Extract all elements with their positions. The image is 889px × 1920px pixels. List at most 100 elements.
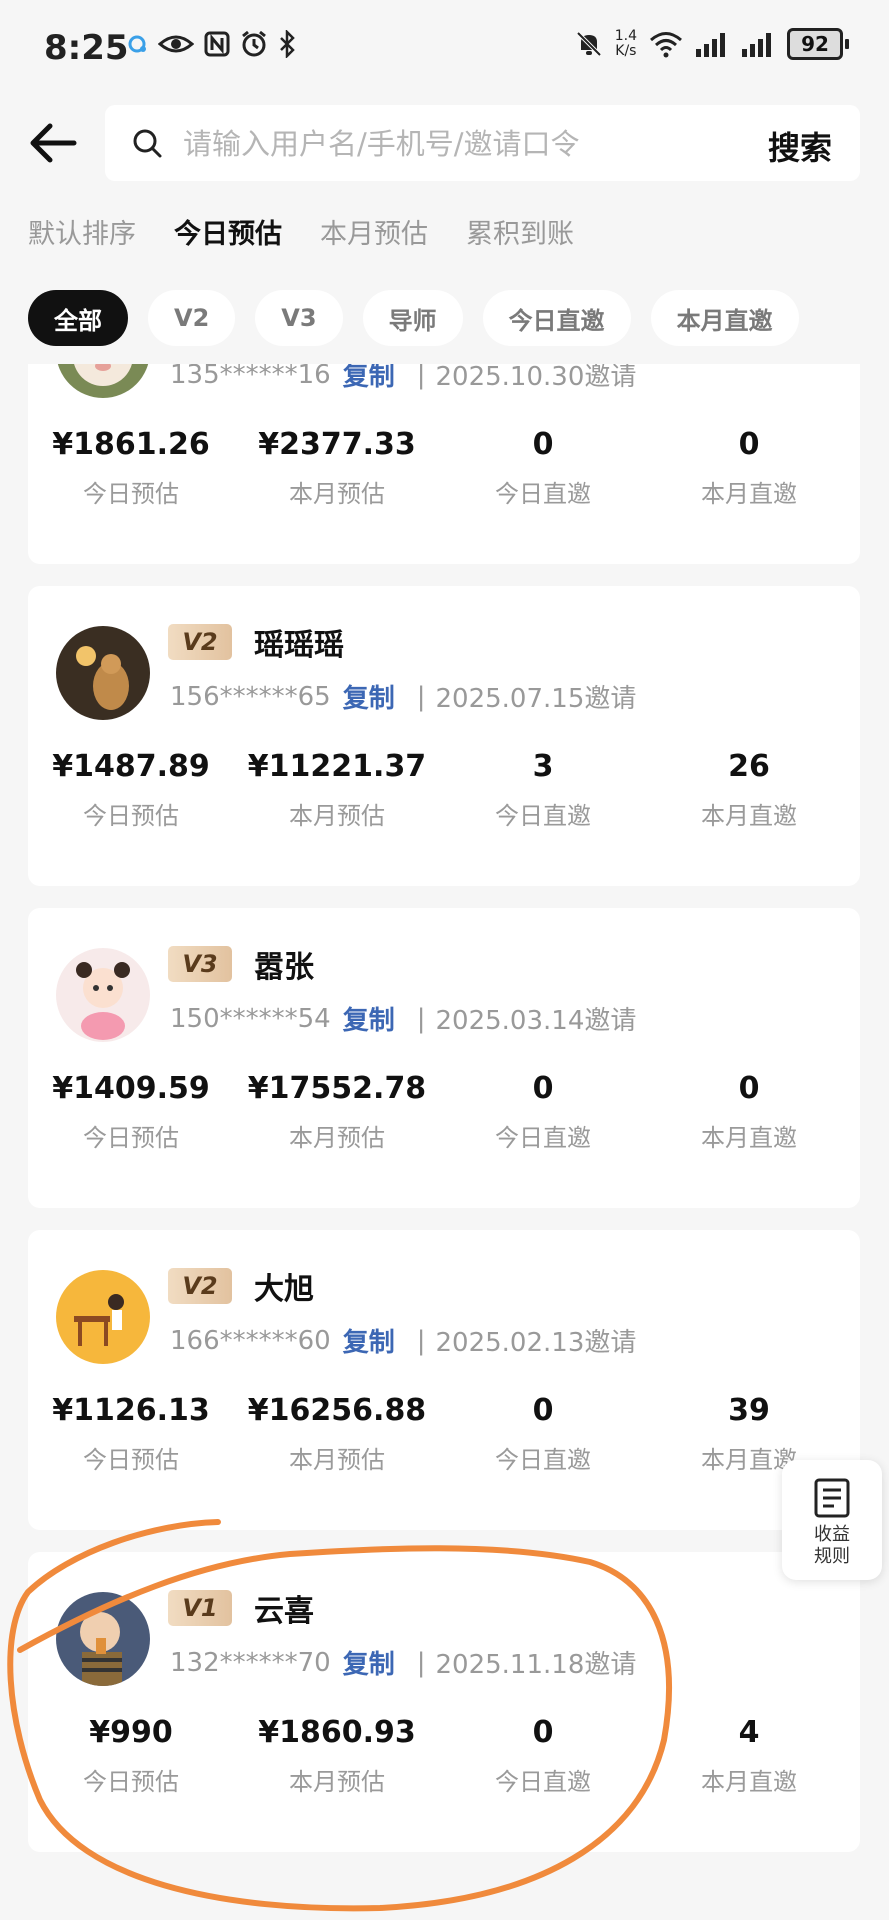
stat-label: 今日直邀 xyxy=(495,802,591,830)
invite-date: 2025.10.30邀请 xyxy=(435,364,637,392)
stat-month-estimate: ¥17552.78 本月预估 xyxy=(234,1068,440,1153)
stat-today-invites: 0 今日直邀 xyxy=(440,1712,646,1797)
back-arrow-icon[interactable] xyxy=(26,116,80,170)
stat-value: ¥11221.37 xyxy=(247,749,427,784)
chip-v2[interactable]: V2 xyxy=(148,290,236,346)
battery-indicator: 92 xyxy=(787,28,849,60)
document-icon xyxy=(814,1478,850,1518)
stat-today-estimate: ¥1126.13 今日预估 xyxy=(28,1390,234,1475)
phone-number: 150******54 xyxy=(170,1003,331,1034)
stat-month-estimate: ¥2377.33 本月预估 xyxy=(234,424,440,509)
chip-all[interactable]: 全部 xyxy=(28,290,128,346)
stat-today-estimate: ¥1861.26 今日预估 xyxy=(28,424,234,509)
stats-row: ¥1126.13 今日预估 ¥16256.88 本月预估 0 今日直邀 39 本月直邀 xyxy=(28,1390,860,1475)
phone-number: 166******60 xyxy=(170,1325,331,1356)
chip-today-invites[interactable]: 今日直邀 xyxy=(482,290,631,346)
chip-v3[interactable]: V3 xyxy=(255,290,343,346)
stat-value: ¥990 xyxy=(89,1715,173,1750)
stat-value: ¥1126.13 xyxy=(52,1393,210,1428)
avatar xyxy=(56,1270,150,1364)
member-list: V1 牛牛 135******16 复制 | 2025.10.30邀请 ¥186… xyxy=(0,364,889,1920)
status-icons-left xyxy=(126,30,296,58)
avatar xyxy=(56,948,150,1042)
invite-date: 2025.03.14邀请 xyxy=(435,1006,637,1036)
avatar xyxy=(56,364,150,398)
stat-label: 本月直邀 xyxy=(701,1124,797,1152)
stat-label: 本月直邀 xyxy=(701,802,797,830)
search-icon xyxy=(133,129,162,158)
nfc-icon xyxy=(204,31,230,57)
stats-row: ¥990 今日预估 ¥1860.93 本月预估 0 今日直邀 4 本月直邀 xyxy=(28,1712,860,1797)
member-card[interactable]: V3 嚣张 150******54 复制 | 2025.03.14邀请 ¥140… xyxy=(28,908,860,1208)
stat-value: ¥1487.89 xyxy=(52,749,210,784)
invite-date: 2025.02.13邀请 xyxy=(435,1328,637,1358)
stat-label: 今日直邀 xyxy=(495,1124,591,1152)
member-meta: 150******54 复制 | 2025.03.14邀请 xyxy=(170,1000,636,1037)
signal-icon-2 xyxy=(742,33,771,57)
member-card[interactable]: V2 大旭 166******60 复制 | 2025.02.13邀请 ¥112… xyxy=(28,1230,860,1530)
battery-level: 92 xyxy=(787,28,843,60)
eye-icon xyxy=(158,35,194,53)
sort-tab-total-received[interactable]: 累积到账 xyxy=(466,212,574,251)
stat-value: 39 xyxy=(728,1393,770,1428)
stat-value: 26 xyxy=(728,749,770,784)
phone-number: 135******16 xyxy=(170,364,331,390)
stat-value: 0 xyxy=(532,1393,554,1428)
stat-value: ¥17552.78 xyxy=(247,1071,427,1106)
stat-label: 本月直邀 xyxy=(701,480,797,508)
stat-today-estimate: ¥1409.59 今日预估 xyxy=(28,1068,234,1153)
user-name: 云喜 xyxy=(254,1594,314,1629)
chip-month-invites[interactable]: 本月直邀 xyxy=(650,290,799,346)
alarm-icon xyxy=(242,30,266,57)
search-input[interactable] xyxy=(181,123,705,165)
sort-tabs: 默认排序 今日预估 本月预估 累积到账 xyxy=(28,212,574,251)
stat-value: ¥1860.93 xyxy=(258,1715,416,1750)
level-badge: V1 xyxy=(168,1590,232,1626)
stat-label: 本月预估 xyxy=(289,1124,385,1152)
stat-today-invites: 3 今日直邀 xyxy=(440,746,646,831)
sort-tab-default[interactable]: 默认排序 xyxy=(28,212,136,251)
copy-button[interactable]: 复制 xyxy=(343,1000,395,1037)
signal-icon xyxy=(696,33,725,57)
stat-month-invites: 0 本月直邀 xyxy=(646,424,852,509)
bluetooth-icon xyxy=(280,30,295,58)
copy-button[interactable]: 复制 xyxy=(343,678,395,715)
stat-value: 0 xyxy=(738,427,760,462)
invite-date: 2025.07.15邀请 xyxy=(435,684,637,714)
search-button[interactable]: 搜索 xyxy=(768,123,832,169)
stat-month-invites: 26 本月直邀 xyxy=(646,746,852,831)
stat-today-invites: 0 今日直邀 xyxy=(440,424,646,509)
stat-value: ¥1861.26 xyxy=(52,427,210,462)
stat-today-estimate: ¥990 今日预估 xyxy=(28,1712,234,1797)
member-card[interactable]: V1 云喜 132******70 复制 | 2025.11.18邀请 ¥990… xyxy=(28,1552,860,1852)
stat-value: 3 xyxy=(532,749,554,784)
member-card[interactable]: V2 瑶瑶瑶 156******65 复制 | 2025.07.15邀请 ¥14… xyxy=(28,586,860,886)
invite-date: 2025.11.18邀请 xyxy=(435,1650,637,1680)
user-name: 嚣张 xyxy=(254,950,314,985)
stat-month-invites: 0 本月直邀 xyxy=(646,1068,852,1153)
sort-tab-today-estimate[interactable]: 今日预估 xyxy=(174,212,282,251)
phone-number: 132******70 xyxy=(170,1647,331,1678)
member-meta: 156******65 复制 | 2025.07.15邀请 xyxy=(170,678,636,715)
income-rules-button[interactable]: 收益 规则 xyxy=(782,1460,882,1580)
chip-mentor[interactable]: 导师 xyxy=(362,290,463,346)
rules-label: 收益 规则 xyxy=(782,1524,882,1568)
divider: | xyxy=(416,681,426,712)
stat-today-estimate: ¥1487.89 今日预估 xyxy=(28,746,234,831)
battery-tip xyxy=(845,39,849,49)
mute-icon xyxy=(576,31,602,57)
stat-label: 今日直邀 xyxy=(495,1768,591,1796)
avatar xyxy=(56,1592,150,1686)
copy-button[interactable]: 复制 xyxy=(343,364,395,393)
stat-label: 今日直邀 xyxy=(495,1446,591,1474)
copy-button[interactable]: 复制 xyxy=(343,1644,395,1681)
network-speed: 1.4 K/s xyxy=(615,29,637,59)
stat-month-estimate: ¥1860.93 本月预估 xyxy=(234,1712,440,1797)
stat-today-invites: 0 今日直邀 xyxy=(440,1390,646,1475)
sort-tab-month-estimate[interactable]: 本月预估 xyxy=(320,212,428,251)
copy-button[interactable]: 复制 xyxy=(343,1322,395,1359)
stats-row: ¥1487.89 今日预估 ¥11221.37 本月预估 3 今日直邀 26 本月直邀 xyxy=(28,746,860,831)
member-card[interactable]: V1 牛牛 135******16 复制 | 2025.10.30邀请 ¥186… xyxy=(28,364,860,564)
status-icons-right: 1.4 K/s 92 xyxy=(575,28,849,60)
stats-row: ¥1861.26 今日预估 ¥2377.33 本月预估 0 今日直邀 0 本月直邀 xyxy=(28,424,860,509)
